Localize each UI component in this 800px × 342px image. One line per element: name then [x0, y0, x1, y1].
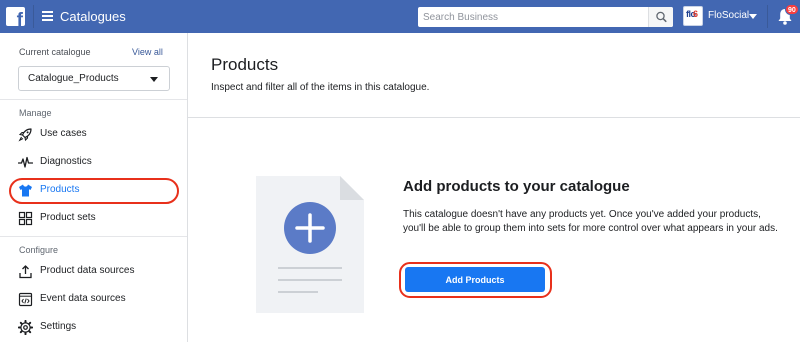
section-divider	[0, 99, 187, 100]
facebook-logo-icon[interactable]: f	[6, 7, 25, 26]
products-highlight-annotation	[9, 178, 179, 204]
sidebar-item-label: Use cases	[40, 128, 87, 139]
search-box	[418, 7, 673, 27]
sidebar-item-use-cases[interactable]: Use cases	[18, 125, 178, 145]
header-divider	[188, 117, 800, 118]
hamburger-menu-icon[interactable]	[42, 11, 53, 21]
rocket-icon	[18, 128, 32, 142]
search-icon	[656, 11, 667, 23]
sidebar-item-event-data-sources[interactable]: Event data sources	[18, 290, 178, 310]
configure-section-label: Configure	[19, 245, 59, 255]
add-document-illustration-icon	[256, 176, 364, 313]
page-avatar[interactable]: flo 6	[683, 6, 703, 26]
topbar-divider	[33, 5, 34, 28]
catalogue-select[interactable]: Catalogue_Products	[18, 66, 170, 91]
topbar-divider	[767, 5, 768, 28]
sidebar-item-product-sets[interactable]: Product sets	[18, 209, 178, 229]
search-button[interactable]	[648, 7, 673, 27]
pulse-icon	[18, 156, 33, 168]
sidebar-item-label: Event data sources	[40, 293, 126, 304]
page-dropdown-caret-icon[interactable]	[749, 14, 757, 19]
app-title: Catalogues	[60, 9, 126, 24]
upload-icon	[19, 265, 32, 279]
catalogue-select-value: Catalogue_Products	[28, 73, 119, 84]
current-catalogue-label: Current catalogue	[19, 47, 91, 57]
sidebar-item-label: Product sets	[40, 212, 96, 223]
sidebar-item-diagnostics[interactable]: Diagnostics	[18, 153, 178, 173]
code-window-icon	[18, 292, 33, 307]
search-input[interactable]	[418, 7, 648, 27]
add-products-button[interactable]: Add Products	[405, 267, 545, 292]
sidebar-item-label: Settings	[40, 321, 77, 332]
grid-icon	[18, 211, 33, 226]
sidebar-item-product-data-sources[interactable]: Product data sources	[18, 262, 178, 282]
sidebar: Current catalogue View all Catalogue_Pro…	[0, 33, 188, 342]
main-content: Products Inspect and filter all of the i…	[188, 33, 800, 342]
empty-state-title: Add products to your catalogue	[403, 178, 630, 195]
manage-section-label: Manage	[19, 108, 52, 118]
top-bar: f Catalogues flo 6 FloSocial 90	[0, 0, 800, 33]
page-title: Products	[211, 55, 279, 74]
empty-state-description: This catalogue doesn't have any products…	[403, 209, 778, 234]
sidebar-item-settings[interactable]: Settings	[18, 318, 178, 338]
view-all-link[interactable]: View all	[132, 47, 163, 57]
sidebar-item-label: Product data sources	[40, 265, 135, 276]
notification-badge: 90	[785, 4, 799, 15]
sidebar-item-label: Diagnostics	[40, 156, 92, 167]
gear-icon	[18, 320, 33, 335]
page-name[interactable]: FloSocial	[708, 10, 749, 21]
chevron-down-icon	[150, 77, 158, 82]
section-divider	[0, 236, 187, 237]
page-subtitle: Inspect and filter all of the items in t…	[211, 82, 430, 93]
